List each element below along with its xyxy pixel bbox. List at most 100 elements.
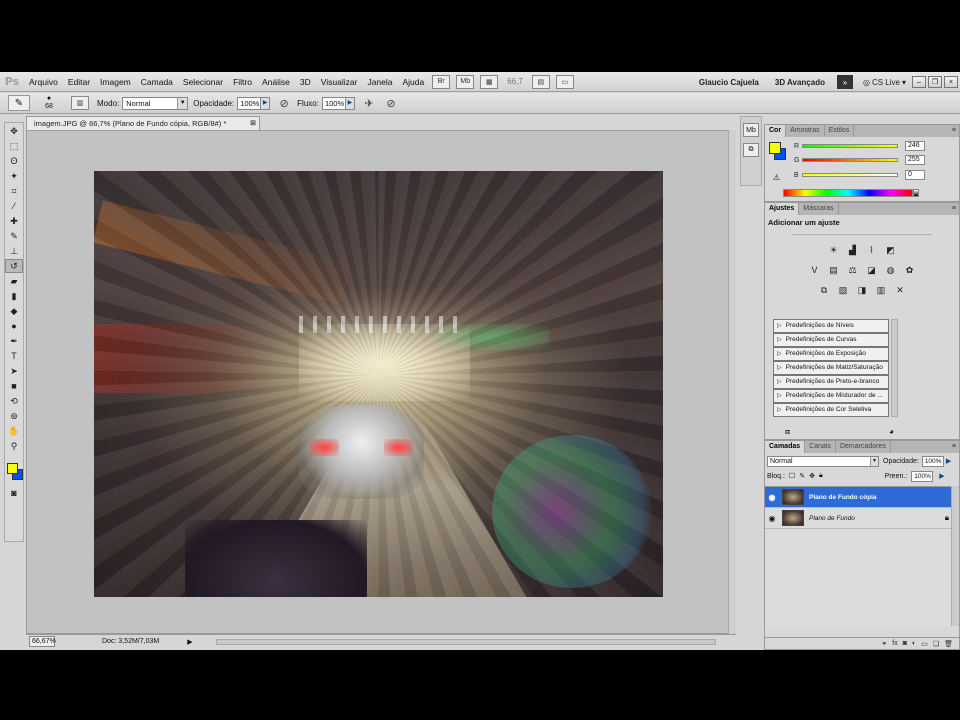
menu-ajuda[interactable]: Ajuda [398,72,430,92]
bridge-icon[interactable]: Br [432,74,451,89]
history-panel-icon[interactable]: ⧉ [743,143,759,157]
fill-slider-toggle[interactable]: ▶ [939,472,944,480]
layer-opacity-slider-toggle[interactable]: ▶ [946,457,951,465]
mode-select[interactable]: Normal ▼ [122,96,189,110]
gradient-map-icon[interactable]: ▥ [874,283,888,297]
3d-orbit-tool-icon[interactable]: ⊛ [5,409,23,423]
clone-stamp-tool-icon[interactable]: ⊥ [5,244,23,258]
preset-cor-seletiva[interactable]: ▷ Predefinições de Cor Seletiva [773,403,889,417]
hue-saturation-icon[interactable]: ▤ [827,263,841,277]
type-tool-icon[interactable]: T [5,349,23,363]
b-slider[interactable] [802,173,898,177]
path-selection-tool-icon[interactable]: ➤ [5,364,23,378]
curves-icon[interactable]: ⌇ [865,243,879,257]
lock-transparency-icon[interactable]: ☐ [789,472,795,480]
lock-position-icon[interactable]: ✥ [809,472,815,480]
brush-preset-picker[interactable]: ● 68 [34,95,64,111]
close-icon[interactable]: ⊠ [250,117,256,130]
mask-options-icon[interactable]: ◕ [889,427,894,436]
presets-scrollbar[interactable] [891,319,898,417]
status-zoom-field[interactable]: 66,67% [29,636,56,647]
menu-filtro[interactable]: Filtro [228,72,257,92]
black-white-ramp[interactable] [913,189,919,197]
preset-curvas[interactable]: ▷ Predefinições de Curvas [773,333,889,347]
new-group-icon[interactable]: ▭ [921,640,928,648]
g-value[interactable]: 255 [905,155,925,165]
clip-to-layer-icon[interactable]: ⧈ [785,427,790,437]
workspace-3d[interactable]: 3D Avançado [767,78,833,87]
tab-demarcadores[interactable]: Demarcadores [836,441,891,453]
preset-misturador[interactable]: ▷ Predefinições de Misturador de ... [773,389,889,403]
vibrance-icon[interactable]: V [808,263,822,277]
move-tool-icon[interactable]: ✥ [5,124,23,138]
pen-tool-icon[interactable]: ✒ [5,334,23,348]
opacity-slider-toggle[interactable]: ▶ [261,96,271,110]
horizontal-scrollbar[interactable] [216,639,716,645]
tab-amostras[interactable]: Amostras [786,125,825,137]
flow-slider-toggle[interactable]: ▶ [345,96,355,110]
arrange-documents-icon[interactable]: ▤ [531,74,550,89]
brush-tool-icon[interactable]: ✎ [8,95,30,111]
lock-pixels-icon[interactable]: ✎ [799,472,805,480]
eyedropper-tool-icon[interactable]: ⁄ [5,199,23,213]
tab-camadas[interactable]: Camadas [765,441,806,453]
3d-rotate-tool-icon[interactable]: ⟲ [5,394,23,408]
panel-menu-icon[interactable]: ≡ [952,203,956,215]
tab-ajustes[interactable]: Ajustes [765,203,800,215]
screen-mode-icon[interactable]: ▭ [555,74,574,89]
gamut-warning-icon[interactable]: ⚠ [773,173,780,182]
menu-selecionar[interactable]: Selecionar [178,72,228,92]
brush-tool-icon[interactable]: ✎ [5,229,23,243]
channel-mixer-icon[interactable]: ✿ [903,263,917,277]
marquee-tool-icon[interactable]: ⬚ [5,139,23,153]
layer-row[interactable]: ◉ Plano de Fundo 🔒︎ [765,508,959,529]
cs-live-button[interactable]: ◎ CS Live ▾ [857,78,912,87]
pressure-size-icon[interactable]: ⊘ [383,96,399,110]
hand-tool-icon[interactable]: ✋ [5,424,23,438]
g-slider[interactable] [802,158,898,162]
exposure-icon[interactable]: ◩ [884,243,898,257]
blur-tool-icon[interactable]: ◆ [5,304,23,318]
tab-mascaras[interactable]: Máscaras [799,203,839,215]
workspace-more-icon[interactable]: » [836,75,853,89]
menu-analise[interactable]: Análise [257,72,295,92]
eye-icon[interactable]: ◉ [765,493,779,502]
photo-filter-icon[interactable]: ◍ [884,263,898,277]
invert-icon[interactable]: ⧉ [817,283,831,297]
status-menu-icon[interactable]: ▶ [187,638,192,646]
color-ramp[interactable] [783,189,913,197]
tab-canais[interactable]: Canais [805,441,836,453]
levels-icon[interactable]: ▟ [846,243,860,257]
menu-arquivo[interactable]: Arquivo [24,72,63,92]
blend-mode-select[interactable]: Normal ▼ [767,455,879,467]
link-layers-icon[interactable]: ⚭ [881,640,887,648]
tab-cor[interactable]: Cor [765,125,787,137]
panel-menu-icon[interactable]: ≡ [952,125,956,137]
menu-camada[interactable]: Camada [136,72,178,92]
minibridge-panel-icon[interactable]: Mb [743,123,759,137]
pressure-opacity-icon[interactable]: ⊘ [276,96,292,110]
color-balance-icon[interactable]: ⚖ [846,263,860,277]
canvas-area[interactable] [26,130,736,634]
preset-niveis[interactable]: ▷ Predefinições de Níveis [773,319,889,333]
layers-scrollbar[interactable] [951,486,959,626]
b-value[interactable]: 0 [905,170,925,180]
lasso-tool-icon[interactable]: ʘ [5,154,23,168]
close-button[interactable]: × [944,76,958,88]
brightness-contrast-icon[interactable]: ☀ [827,243,841,257]
foreground-color-swatch[interactable] [769,142,781,154]
add-mask-icon[interactable]: ◙ [903,640,907,647]
panel-menu-icon[interactable]: ≡ [952,441,956,453]
eye-icon[interactable]: ◉ [765,514,779,523]
menu-imagem[interactable]: Imagem [95,72,136,92]
new-adjustment-icon[interactable]: ◐ [912,640,916,647]
selective-color-icon[interactable]: ✕ [893,283,907,297]
menu-3d[interactable]: 3D [295,72,316,92]
delete-layer-icon[interactable]: 🗑︎ [944,640,953,648]
crop-tool-icon[interactable]: ⌗ [5,184,23,198]
r-slider[interactable] [802,144,898,148]
flow-field[interactable]: 100% [321,96,346,110]
foreground-color-swatch[interactable] [7,463,18,474]
healing-brush-tool-icon[interactable]: ✚ [5,214,23,228]
brush-panel-icon[interactable]: ▥ [71,96,89,110]
